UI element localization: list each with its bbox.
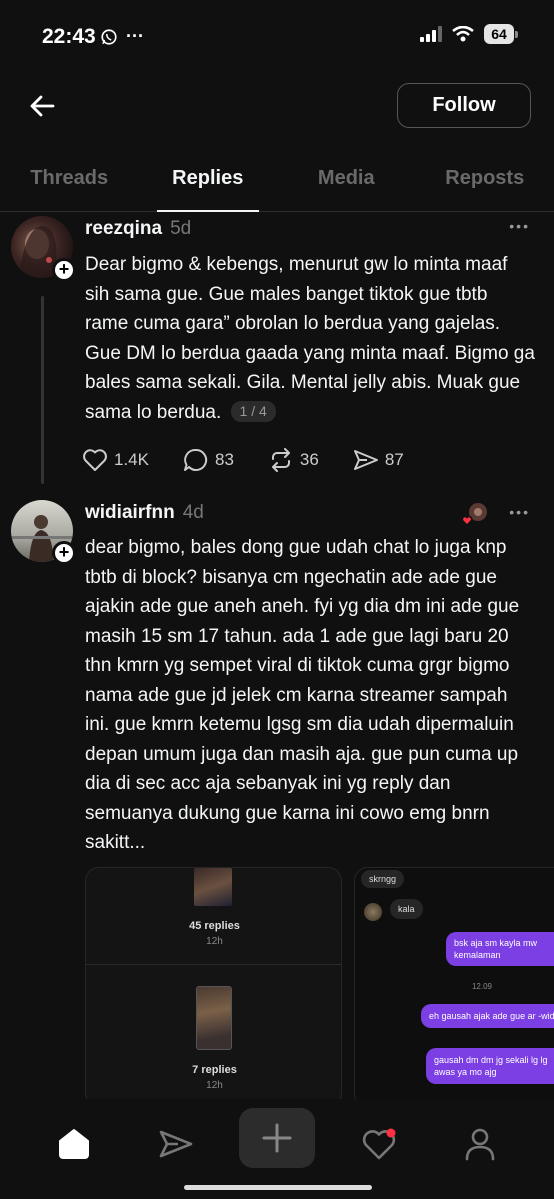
post-body: dear bigmo, bales dong gue udah chat lo … [85,537,520,853]
replies-count-2: 7 replies [192,1064,237,1076]
nav-send[interactable] [146,1114,206,1174]
liked-by-icon [461,503,487,527]
chat-timestamp: 12.09 [471,982,493,991]
divider [86,964,341,965]
chat-bubble-received: kala [390,899,423,919]
more-options-icon[interactable]: ••• [509,504,530,520]
chat-avatar [364,903,382,921]
home-icon [59,1129,89,1159]
screenshot-thumb-2 [196,986,232,1050]
chat-bubble-received: skrngg [361,870,405,888]
follow-plus-icon[interactable]: + [52,541,76,565]
mutual-liker-avatar [461,502,488,527]
screenshot-thumb-1 [194,868,232,906]
send-icon [159,1130,193,1158]
username[interactable]: widiairfnn [85,502,175,524]
replies-time-1: 12h [206,936,223,947]
replies-count-1: 45 replies [189,920,240,932]
chat-bubble-sent: eh gausah ajak ade gue ar -widia [421,1004,554,1028]
home-indicator[interactable] [184,1185,372,1190]
nav-home[interactable] [44,1114,104,1174]
plus-icon [262,1123,292,1153]
post-text: dear bigmo, bales dong gue udah chat lo … [85,533,535,858]
nav-profile[interactable] [450,1114,510,1174]
post-media-carousel[interactable]: 45 replies 12h 7 replies 12h skrngg kala… [85,867,554,1099]
profile-icon [465,1128,495,1161]
media-image-1[interactable]: 45 replies 12h 7 replies 12h [85,867,342,1099]
chat-bubble-sent: gausah dm dm jg sekali lg lg awas ya mo … [426,1048,554,1084]
replies-time-2: 12h [206,1080,223,1091]
activity-icon [362,1128,396,1160]
post-time: 4d [182,502,204,523]
nav-create[interactable] [239,1108,315,1168]
chat-bubble-sent: bsk aja sm kayla mw kemalaman [446,932,554,966]
media-image-2[interactable]: skrngg kala bsk aja sm kayla mw kemalama… [354,867,554,1099]
nav-activity[interactable] [350,1114,410,1174]
post-header: widiairfnn 4d [85,502,204,524]
